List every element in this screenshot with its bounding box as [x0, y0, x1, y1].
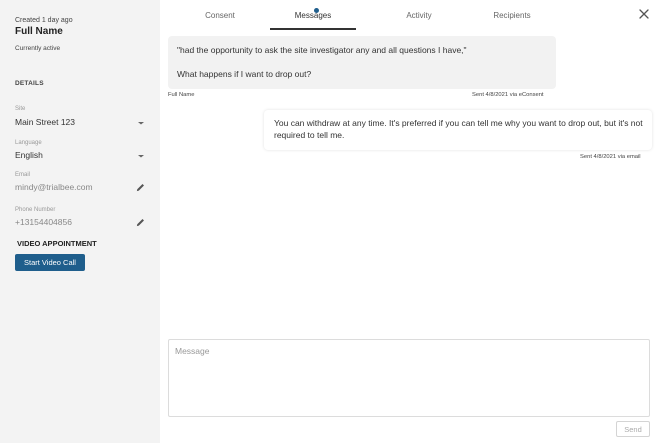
outgoing-message-bubble: You can withdraw at any time. It's prefe… [264, 110, 652, 150]
message-text: You can withdraw at any time. It's prefe… [274, 118, 643, 140]
message-sent-meta: Sent 4/8/2021 via email [580, 154, 641, 160]
phone-value: +13154404856 [15, 217, 72, 227]
edit-phone-icon[interactable] [135, 217, 146, 228]
language-label: Language [15, 140, 42, 146]
participant-status: Currently active [15, 45, 61, 52]
language-select[interactable]: English [0, 148, 160, 164]
tab-recipients[interactable]: Recipients [482, 11, 542, 20]
tab-activity[interactable]: Activity [389, 11, 449, 20]
email-label: Email [15, 172, 31, 178]
message-text: What happens if I want to drop out? [177, 69, 312, 79]
phone-label: Phone Number [15, 207, 56, 213]
video-appointment-heading: VIDEO APPOINTMENT [17, 239, 97, 248]
details-heading: DETAILS [15, 80, 44, 87]
edit-email-icon[interactable] [135, 182, 146, 193]
active-tab-underline [270, 28, 356, 30]
close-icon[interactable] [638, 8, 650, 20]
tab-consent[interactable]: Consent [190, 11, 250, 20]
participant-sidebar: Created 1 day ago Full Name Currently ac… [0, 0, 160, 443]
chevron-down-icon [138, 122, 144, 125]
site-value: Main Street 123 [15, 117, 76, 127]
created-timestamp: Created 1 day ago [15, 17, 73, 24]
email-value: mindy@trialbee.com [15, 182, 93, 192]
site-label: Site [15, 106, 26, 112]
message-sent-meta: Sent 4/8/2021 via eConsent [472, 92, 544, 98]
participant-name: Full Name [15, 26, 63, 37]
message-text: "had the opportunity to ask the site inv… [177, 45, 467, 55]
site-select[interactable]: Main Street 123 [0, 115, 160, 131]
chevron-down-icon [138, 155, 144, 158]
message-sender: Full Name [168, 92, 195, 98]
incoming-message-bubble: "had the opportunity to ask the site inv… [168, 36, 556, 89]
message-input[interactable] [168, 339, 650, 417]
language-value: English [15, 150, 43, 160]
tab-messages[interactable]: Messages [283, 11, 343, 20]
start-video-call-button[interactable]: Start Video Call [15, 254, 85, 271]
send-button[interactable]: Send [616, 421, 650, 437]
unread-indicator [314, 8, 319, 13]
